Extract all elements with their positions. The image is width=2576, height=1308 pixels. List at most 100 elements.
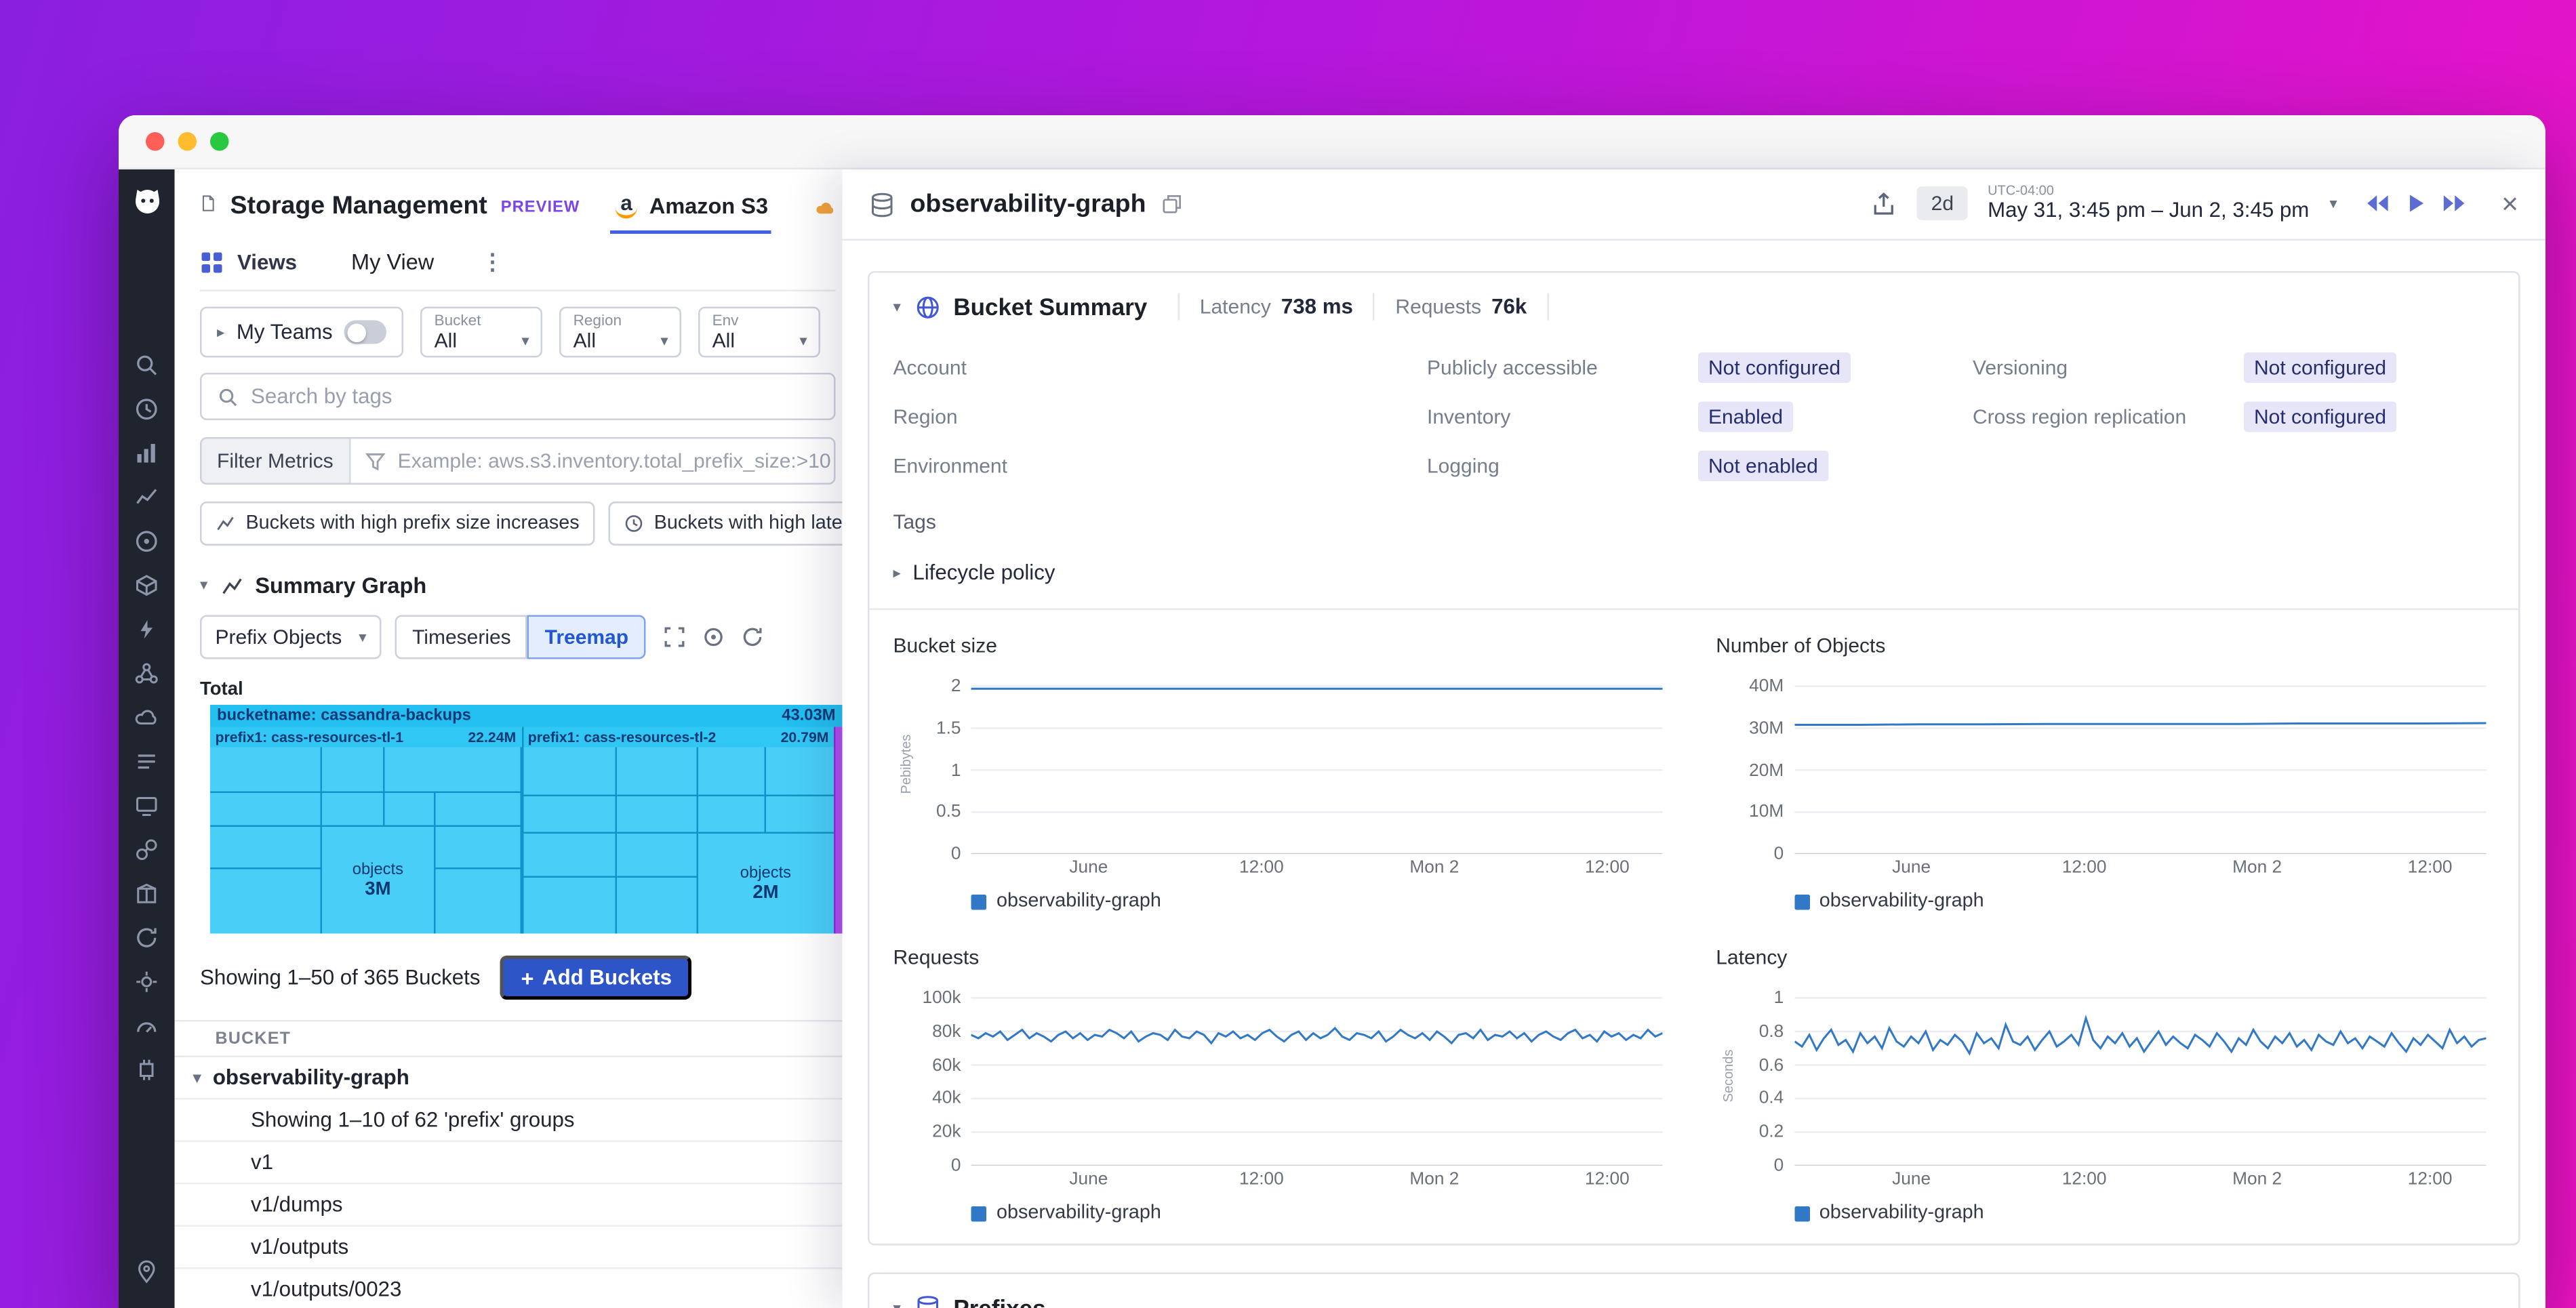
number-of-objects-chart[interactable]: Number of Objects 40M30M20M10M0 June12:0…: [1716, 634, 2495, 912]
summary-graph-header[interactable]: ▾ Summary Graph: [200, 573, 836, 598]
chevron-down-icon[interactable]: ▾: [893, 298, 901, 316]
logs-icon[interactable]: [134, 749, 160, 775]
latency-chart[interactable]: Latency Seconds 10.80.60.40.20 June12:00…: [1716, 945, 2495, 1223]
search-input[interactable]: Search by tags: [200, 373, 836, 420]
treemap-tile[interactable]: [210, 869, 320, 933]
refresh-icon[interactable]: [740, 626, 764, 649]
table-row[interactable]: ▾ observability-graph: [175, 1057, 843, 1100]
table-row[interactable]: v1/outputs: [175, 1227, 843, 1269]
my-teams-toggle[interactable]: [344, 321, 387, 344]
skip-forward-icon[interactable]: [2442, 194, 2468, 214]
treemap-objects-tile[interactable]: objects 2M: [698, 834, 834, 934]
search-icon[interactable]: [134, 352, 160, 378]
infrastructure-icon[interactable]: [134, 573, 160, 598]
treemap-tile[interactable]: [385, 748, 521, 792]
monitors-icon[interactable]: [134, 1013, 160, 1039]
play-icon[interactable]: [2407, 194, 2426, 214]
treemap-tile[interactable]: [523, 748, 614, 795]
cloud-icon[interactable]: [134, 705, 160, 731]
treemap-tile[interactable]: [698, 796, 765, 832]
more-options-icon[interactable]: ⋮: [481, 248, 504, 275]
treemap-objects-tile[interactable]: objects 3M: [322, 827, 434, 933]
treemap-tile[interactable]: [210, 827, 320, 867]
table-row[interactable]: v1/dumps: [175, 1185, 843, 1227]
requests-chart[interactable]: Requests 100k80k60k40k20k0 June12:00Mon …: [893, 945, 1672, 1223]
treemap-tile[interactable]: [435, 869, 521, 933]
chevron-down-icon[interactable]: ▾: [193, 1068, 201, 1087]
prefixes-header[interactable]: ▾ Prefixes: [893, 1294, 2495, 1308]
treemap-tile[interactable]: [767, 748, 834, 795]
plot-area[interactable]: [971, 674, 1663, 854]
integrations-icon[interactable]: [134, 837, 160, 863]
hosts-icon[interactable]: [134, 793, 160, 819]
treemap-tile[interactable]: [616, 878, 696, 933]
chevron-down-icon[interactable]: ▾: [2329, 195, 2337, 213]
treemap-tile[interactable]: [435, 827, 521, 867]
pin-icon[interactable]: [134, 1259, 160, 1285]
timeseries-toggle-button[interactable]: Timeseries: [395, 615, 528, 659]
time-range-badge[interactable]: 2d: [1918, 187, 1967, 221]
network-map-icon[interactable]: [134, 661, 160, 687]
metric-select-dropdown[interactable]: Prefix Objects ▾: [200, 615, 382, 659]
google-cloud-icon[interactable]: [816, 197, 835, 219]
settings-icon[interactable]: [134, 969, 160, 995]
share-icon[interactable]: [1872, 191, 1897, 217]
my-teams-filter[interactable]: ▸ My Teams: [200, 307, 404, 358]
treemap-tile[interactable]: [435, 793, 521, 825]
views-label[interactable]: Views: [237, 250, 297, 274]
treemap-tile[interactable]: [523, 878, 614, 933]
datadog-logo[interactable]: [129, 183, 163, 217]
treemap-tile[interactable]: [767, 796, 834, 832]
minimize-window-button[interactable]: [178, 132, 197, 151]
plot-area[interactable]: [1794, 674, 2485, 854]
treemap-bucket-header[interactable]: bucketname: cassandra-backups 43.03M: [210, 705, 843, 727]
chart-legend[interactable]: observability-graph: [971, 1203, 1672, 1223]
chart-legend[interactable]: observability-graph: [971, 891, 1672, 912]
treemap-group-header[interactable]: prefix1: cass-resources-tl-2 20.79M: [523, 727, 834, 748]
treemap-next-bucket-sliver[interactable]: [834, 727, 843, 934]
watchdog-icon[interactable]: [134, 529, 160, 554]
profiling-icon[interactable]: [134, 1057, 160, 1083]
chart-legend[interactable]: observability-graph: [1794, 891, 2495, 912]
treemap-tile[interactable]: [616, 748, 696, 795]
tab-my-view[interactable]: My View: [351, 249, 434, 275]
plot-area[interactable]: [971, 986, 1663, 1166]
env-filter-dropdown[interactable]: Env All▾: [699, 307, 821, 358]
treemap-tile[interactable]: [616, 796, 696, 832]
metrics-icon[interactable]: [134, 441, 160, 466]
skip-back-icon[interactable]: [2364, 194, 2390, 214]
lifecycle-policy-toggle[interactable]: ▸ Lifecycle policy: [893, 561, 2495, 585]
treemap-tile[interactable]: [210, 748, 320, 792]
table-row[interactable]: v1/outputs/0023: [175, 1269, 843, 1308]
dashboards-icon[interactable]: [134, 485, 160, 510]
quick-filter-prefix-size-button[interactable]: Buckets with high prefix size increases: [200, 502, 595, 546]
bucket-filter-dropdown[interactable]: Bucket All▾: [421, 307, 543, 358]
treemap-tile[interactable]: [523, 796, 614, 832]
treemap-tile[interactable]: [385, 793, 434, 825]
treemap-toggle-button[interactable]: Treemap: [528, 615, 645, 659]
fullscreen-icon[interactable]: [662, 626, 686, 649]
bucket-size-chart[interactable]: Bucket size Pebibytes 21.510.50 June12:0…: [893, 634, 1672, 912]
close-panel-icon[interactable]: ×: [2501, 190, 2518, 219]
filter-metrics-input[interactable]: Filter Metrics Example: aws.s3.inventory…: [200, 437, 836, 485]
chart-legend[interactable]: observability-graph: [1794, 1203, 2495, 1223]
treemap-tile[interactable]: [523, 834, 614, 877]
treemap-tile[interactable]: [322, 793, 383, 825]
close-window-button[interactable]: [146, 132, 165, 151]
apm-icon[interactable]: [134, 617, 160, 642]
treemap-tile[interactable]: [616, 834, 696, 877]
plot-area[interactable]: [1794, 986, 2485, 1166]
treemap-tile[interactable]: [322, 748, 383, 792]
region-filter-dropdown[interactable]: Region All▾: [560, 307, 682, 358]
packages-icon[interactable]: [134, 881, 160, 907]
treemap-tile[interactable]: [698, 748, 765, 795]
zoom-window-button[interactable]: [210, 132, 229, 151]
history-icon[interactable]: [134, 396, 160, 422]
date-range-picker[interactable]: UTC-04:00 May 31, 3:45 pm – Jun 2, 3:45 …: [1988, 185, 2309, 223]
copy-icon[interactable]: [1161, 193, 1184, 216]
add-buckets-button[interactable]: + Add Buckets: [501, 956, 693, 1000]
tab-amazon-s3[interactable]: a Amazon S3: [610, 192, 771, 234]
treemap-group-header[interactable]: prefix1: cass-resources-tl-1 22.24M: [210, 727, 521, 748]
snapshot-icon[interactable]: [702, 626, 725, 649]
quick-filter-latency-button[interactable]: Buckets with high latency: [608, 502, 842, 546]
